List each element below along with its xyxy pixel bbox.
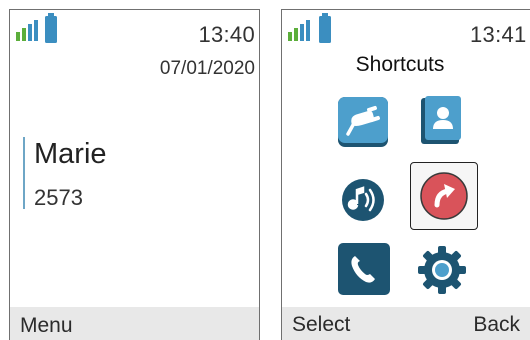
- phone-handset-icon: [338, 243, 390, 295]
- signal-bars-icon: [288, 20, 310, 41]
- select-softkey[interactable]: Select: [292, 313, 350, 337]
- phone-screen-shortcuts: 13:41 Shortcuts Select Back: [281, 9, 530, 340]
- unplug-icon: [338, 97, 388, 147]
- shortcut-unplug[interactable]: [333, 92, 393, 152]
- back-softkey[interactable]: Back: [473, 313, 520, 337]
- battery-icon: [319, 13, 331, 43]
- contact-accent-bar: [23, 137, 25, 209]
- contact-name: Marie: [34, 138, 107, 170]
- battery-icon: [45, 13, 57, 43]
- shortcut-contacts[interactable]: [410, 92, 470, 152]
- contacts-book-icon: [421, 96, 461, 144]
- signal-bars-icon: [16, 20, 38, 41]
- contact-number: 2573: [34, 185, 83, 210]
- shortcut-ringtone-volume[interactable]: [333, 170, 393, 230]
- shortcuts-title: Shortcuts: [355, 53, 445, 76]
- phone-screen-idle: 13:40 07/01/2020 Marie 2573 Menu: [9, 9, 260, 340]
- status-time: 13:40: [198, 22, 255, 47]
- shortcut-phone[interactable]: [333, 240, 393, 300]
- status-time: 13:41: [470, 22, 527, 47]
- shortcut-settings[interactable]: [412, 240, 472, 300]
- ringtone-volume-icon: [342, 179, 384, 221]
- menu-softkey[interactable]: Menu: [20, 314, 73, 338]
- call-forward-icon: [420, 172, 468, 220]
- shortcut-call-forward[interactable]: [410, 162, 478, 230]
- softkey-bar: Select Back: [282, 307, 530, 340]
- softkey-bar: Menu: [10, 307, 259, 340]
- settings-gear-icon: [418, 246, 466, 294]
- idle-date: 07/01/2020: [159, 58, 255, 79]
